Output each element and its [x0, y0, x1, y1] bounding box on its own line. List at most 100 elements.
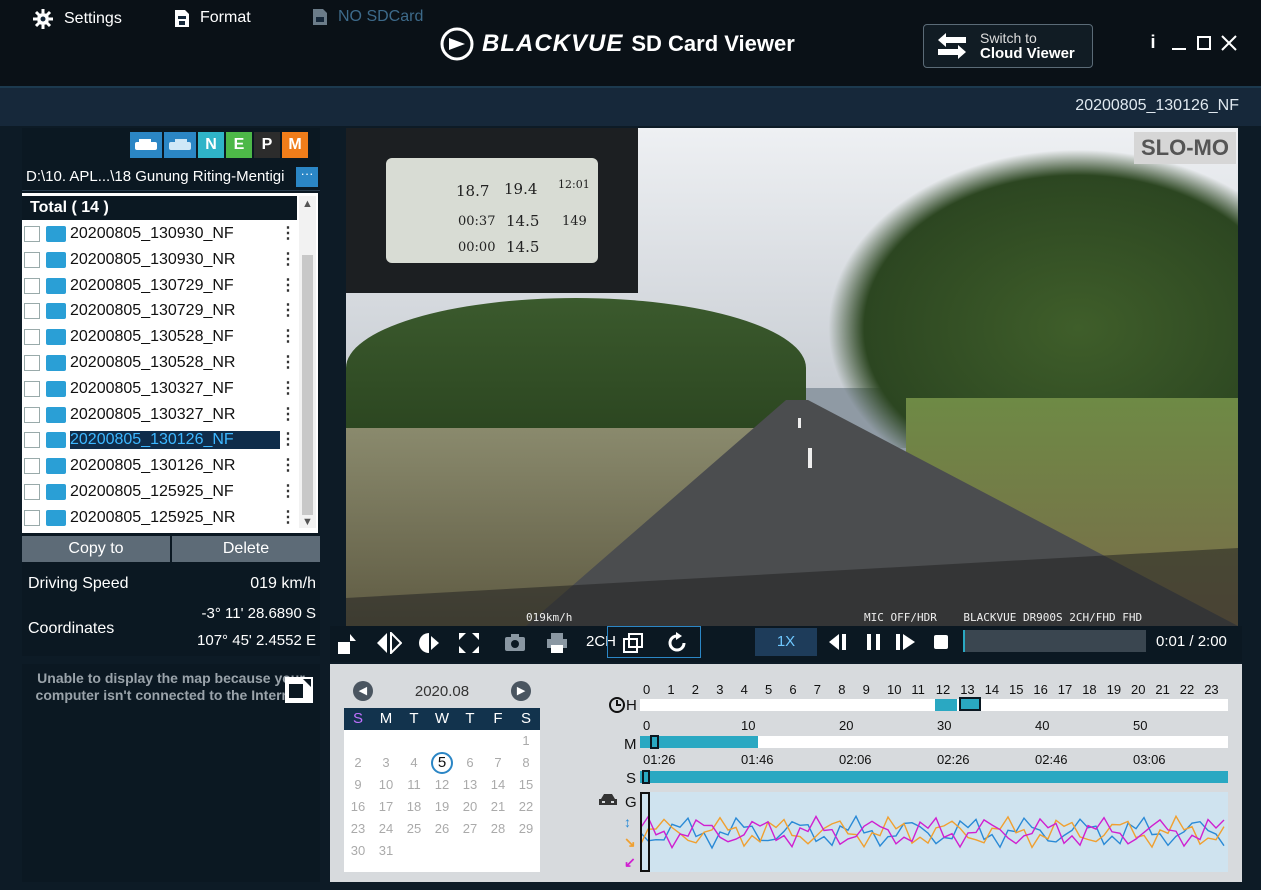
file-checkbox[interactable] — [24, 355, 40, 371]
file-menu-icon[interactable]: ⋮ — [280, 458, 296, 474]
file-row[interactable]: 20200805_130528_NR ⋮ — [24, 351, 296, 375]
file-row[interactable]: 20200805_130930_NF ⋮ — [24, 222, 296, 246]
file-checkbox[interactable] — [24, 406, 40, 423]
scrollbar-thumb[interactable] — [302, 255, 313, 515]
browse-folder-button[interactable]: ··· — [296, 167, 318, 187]
second-cursor[interactable] — [642, 770, 650, 784]
file-checkbox[interactable] — [24, 277, 40, 294]
prev-month-button[interactable]: ◀ — [352, 681, 373, 701]
calendar-day[interactable]: 17 — [372, 796, 400, 818]
map-expand-button[interactable] — [284, 676, 314, 709]
replay-button[interactable] — [666, 632, 688, 660]
format-menu[interactable]: Format — [174, 8, 251, 28]
calendar-day[interactable]: 21 — [484, 796, 512, 818]
file-checkbox[interactable] — [24, 226, 40, 242]
calendar-day[interactable]: 30 — [344, 840, 372, 862]
next-frame-button[interactable] — [894, 632, 918, 658]
next-month-button[interactable]: ▶ — [511, 681, 532, 701]
file-row[interactable]: 20200805_130729_NF ⋮ — [24, 274, 296, 298]
calendar-day[interactable]: 26 — [428, 818, 456, 840]
calendar-day[interactable]: 25 — [400, 818, 428, 840]
calendar-day[interactable]: 15 — [512, 774, 540, 796]
calendar-day[interactable]: 16 — [344, 796, 372, 818]
file-menu-icon[interactable]: ⋮ — [280, 380, 296, 396]
file-row[interactable]: 20200805_125925_NF ⋮ — [24, 480, 296, 504]
snapshot-button[interactable] — [504, 632, 526, 658]
file-row[interactable]: 20200805_130729_NR ⋮ — [24, 299, 296, 323]
video-player[interactable]: 18.7 19.4 12:01 00:37 14.5 149 00:00 14.… — [346, 128, 1238, 626]
file-checkbox[interactable] — [24, 509, 40, 526]
maximize-button[interactable] — [1193, 32, 1215, 58]
minimize-button[interactable] — [1168, 32, 1190, 58]
calendar-day[interactable]: 3 — [372, 752, 400, 774]
calendar-day[interactable]: 6 — [456, 752, 484, 774]
calendar-day[interactable]: 24 — [372, 818, 400, 840]
gsensor-cursor[interactable] — [640, 792, 650, 872]
file-menu-icon[interactable]: ⋮ — [280, 303, 296, 319]
calendar-day[interactable]: 11 — [400, 774, 428, 796]
file-checkbox[interactable] — [24, 484, 40, 500]
calendar-day[interactable]: 4 — [400, 752, 428, 774]
calendar-day[interactable]: 23 — [344, 818, 372, 840]
calendar-day[interactable]: 27 — [456, 818, 484, 840]
file-checkbox[interactable] — [24, 432, 40, 449]
file-checkbox[interactable] — [24, 303, 40, 320]
filter-manual-button[interactable]: M — [282, 132, 308, 158]
switch-cloud-viewer-button[interactable]: Switch to Cloud Viewer — [923, 24, 1093, 68]
calendar-day[interactable]: 29 — [512, 818, 540, 840]
calendar-day[interactable]: 7 — [484, 752, 512, 774]
calendar-day[interactable]: 12 — [428, 774, 456, 796]
scroll-up-icon[interactable]: ▲ — [302, 198, 313, 210]
filter-parking-button[interactable]: P — [254, 132, 280, 158]
calendar-day[interactable]: 9 — [344, 774, 372, 796]
flip-horizontal-button[interactable] — [376, 630, 403, 660]
file-row[interactable]: 20200805_130327_NR ⋮ — [24, 403, 296, 427]
file-menu-icon[interactable]: ⋮ — [280, 329, 296, 345]
file-checkbox[interactable] — [24, 329, 40, 346]
file-menu-icon[interactable]: ⋮ — [280, 509, 296, 525]
file-menu-icon[interactable]: ⋮ — [280, 355, 296, 371]
filter-normal-button[interactable]: N — [198, 132, 224, 158]
calendar-day[interactable]: 19 — [428, 796, 456, 818]
filter-front-rear-button[interactable] — [130, 132, 162, 158]
file-menu-icon[interactable]: ⋮ — [280, 406, 296, 422]
close-button[interactable] — [1218, 32, 1240, 58]
playback-speed-button[interactable]: 1X — [755, 628, 817, 656]
settings-menu[interactable]: Settings — [32, 8, 122, 30]
calendar-day[interactable]: 13 — [456, 774, 484, 796]
file-menu-icon[interactable]: ⋮ — [280, 277, 296, 293]
calendar-day[interactable]: 22 — [512, 796, 540, 818]
file-checkbox[interactable] — [24, 251, 40, 268]
sdcard-menu[interactable]: NO SDCard — [312, 8, 423, 26]
calendar-day[interactable]: 1 — [512, 730, 540, 752]
filter-event-button[interactable]: E — [226, 132, 252, 158]
pause-button[interactable] — [864, 632, 884, 658]
file-row[interactable]: 20200805_125925_NR ⋮ — [24, 506, 296, 530]
hour-cursor[interactable] — [959, 697, 981, 711]
calendar-day[interactable]: 8 — [512, 752, 540, 774]
minute-cursor[interactable] — [650, 735, 659, 749]
calendar-day[interactable]: 28 — [484, 818, 512, 840]
hour-timeline-bar[interactable] — [640, 699, 1228, 711]
file-row[interactable]: 20200805_130126_NF ⋮ — [24, 428, 296, 452]
calendar-day[interactable]: 2 — [344, 752, 372, 774]
file-row[interactable]: 20200805_130528_NF ⋮ — [24, 325, 296, 349]
playback-progress-bar[interactable] — [963, 630, 1146, 652]
delete-button[interactable]: Delete — [172, 536, 320, 562]
info-button[interactable]: i — [1142, 32, 1164, 53]
swap-channel-button[interactable] — [622, 632, 644, 660]
calendar-day[interactable]: 20 — [456, 796, 484, 818]
file-checkbox[interactable] — [24, 380, 40, 397]
file-row[interactable]: 20200805_130327_NF ⋮ — [24, 377, 296, 401]
scroll-down-icon[interactable]: ▼ — [302, 516, 313, 528]
file-checkbox[interactable] — [24, 458, 40, 475]
calendar-day[interactable]: 31 — [372, 840, 400, 862]
rotate-view-button[interactable] — [418, 632, 440, 660]
print-button[interactable] — [546, 632, 568, 660]
flip-vertical-button[interactable] — [336, 632, 356, 660]
calendar-day[interactable]: 5 — [428, 752, 456, 774]
fullscreen-button[interactable] — [458, 632, 480, 660]
second-timeline-bar[interactable] — [640, 771, 1228, 783]
calendar-day[interactable]: 10 — [372, 774, 400, 796]
file-menu-icon[interactable]: ⋮ — [280, 432, 296, 448]
